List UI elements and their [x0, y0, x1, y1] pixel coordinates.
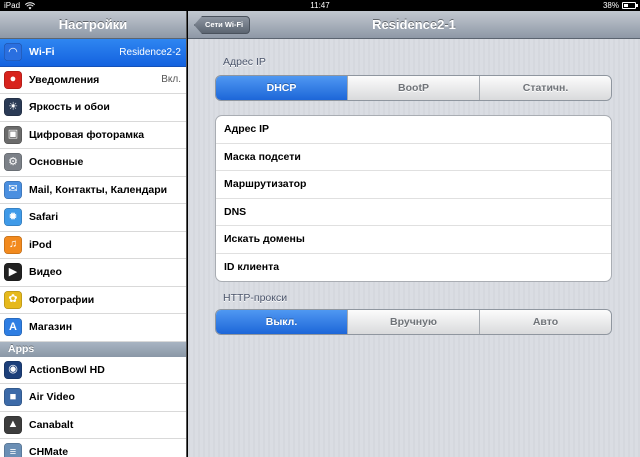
settings-row-safari-compass[interactable]: ✹ Safari — [0, 204, 186, 232]
brightness-icon: ☀ — [4, 98, 22, 117]
ip-field-row[interactable]: Искать домены — [216, 226, 611, 254]
ipod-icon: ♫ — [4, 235, 22, 254]
battery-icon — [622, 2, 638, 9]
settings-row-bowling-app[interactable]: ◉ ActionBowl HD — [0, 356, 186, 384]
gear-icon: ⚙ — [4, 153, 22, 172]
mail-icon: ✉ — [4, 180, 22, 199]
settings-row-label: Видео — [29, 266, 62, 279]
air-video-app-icon: ■ — [4, 388, 22, 407]
status-bar: iPad 11:47 38% — [0, 0, 640, 11]
chmate-app-icon: ≡ — [4, 443, 22, 457]
settings-row-value: Residence2-2 — [119, 46, 181, 58]
notifications-icon: ● — [4, 70, 22, 89]
app-store-icon: A — [4, 318, 22, 337]
wifi-icon: ◠ — [4, 43, 22, 62]
ip-field-row[interactable]: ID клиента — [216, 254, 611, 282]
ip-mode-segment[interactable]: DHCP — [216, 76, 348, 100]
safari-compass-icon: ✹ — [4, 208, 22, 227]
settings-row-brightness[interactable]: ☀ Яркость и обои — [0, 94, 186, 122]
settings-sidebar: Настройки ◠ Wi-Fi Residence2-2 ● Уведомления… — [0, 11, 187, 457]
settings-row-video-clapper[interactable]: ▶ Видео — [0, 259, 186, 287]
settings-row-label: Wi-Fi — [29, 46, 55, 59]
proxy-mode-segment[interactable]: Вручную — [348, 310, 480, 334]
settings-row-canabalt-app[interactable]: ▲ Canabalt — [0, 411, 186, 439]
detail-nav-bar: Residence2-1 Сети Wi-Fi — [188, 11, 640, 39]
ip-field-row[interactable]: Маска подсети — [216, 144, 611, 171]
canabalt-app-icon: ▲ — [4, 415, 22, 434]
ip-mode-segment[interactable]: Статичн. — [480, 76, 611, 100]
ip-field-row[interactable]: Маршрутизатор — [216, 171, 611, 199]
settings-row-ipod[interactable]: ♫ iPod — [0, 231, 186, 259]
sidebar-title: Настройки — [0, 11, 186, 39]
settings-row-label: Mail, Контакты, Календари — [29, 183, 168, 196]
settings-row-label: Магазин — [29, 321, 73, 334]
settings-row-gear[interactable]: ⚙ Основные — [0, 149, 186, 177]
settings-row-label: Основные — [29, 156, 84, 169]
settings-row-label: Air Video — [29, 391, 75, 404]
settings-row-picture-frame[interactable]: ▣ Цифровая фоторамка — [0, 121, 186, 149]
settings-row-wifi[interactable]: ◠ Wi-Fi Residence2-2 — [0, 39, 186, 67]
settings-row-app-store[interactable]: A Магазин — [0, 314, 186, 342]
video-clapper-icon: ▶ — [4, 263, 22, 282]
picture-frame-icon: ▣ — [4, 125, 22, 144]
ip-mode-segmented-control: DHCP BootP Статичн. — [215, 75, 612, 101]
ip-field-row[interactable]: DNS — [216, 199, 611, 226]
settings-row-label: Фотографии — [29, 293, 95, 306]
apps-list: ◉ ActionBowl HD ■ Air Video ▲ Canabalt ≡ CHMate — [0, 356, 186, 457]
settings-row-mail[interactable]: ✉ Mail, Контакты, Календари — [0, 176, 186, 204]
ip-settings-table: Адрес IP Маска подсети Маршрутизатор DNS Иск… — [215, 115, 612, 282]
settings-row-chmate-app[interactable]: ≡ CHMate — [0, 439, 186, 457]
proxy-mode-segment[interactable]: Выкл. — [216, 310, 348, 334]
ip-mode-segment[interactable]: BootP — [348, 76, 480, 100]
status-right: 38% — [602, 0, 638, 11]
settings-row-label: Canabalt — [29, 418, 74, 431]
settings-row-notifications[interactable]: ● Уведомления Вкл. — [0, 66, 186, 94]
settings-row-label: iPod — [29, 238, 52, 251]
proxy-mode-segmented-control: Выкл. Вручную Авто — [215, 309, 612, 335]
back-button[interactable]: Сети Wi-Fi — [194, 16, 251, 34]
settings-row-label: ActionBowl HD — [29, 363, 105, 376]
ip-field-row[interactable]: Адрес IP — [216, 116, 611, 144]
proxy-group-title: HTTP-прокси — [223, 292, 288, 304]
battery-fill — [624, 4, 629, 7]
settings-row-label: Цифровая фоторамка — [29, 128, 145, 141]
bowling-app-icon: ◉ — [4, 360, 22, 379]
settings-row-air-video-app[interactable]: ■ Air Video — [0, 384, 186, 412]
proxy-mode-segment[interactable]: Авто — [480, 310, 611, 334]
settings-row-sunflower[interactable]: ✿ Фотографии — [0, 286, 186, 314]
settings-row-label: Уведомления — [29, 73, 100, 86]
settings-row-value: Вкл. — [161, 74, 181, 86]
clock: 11:47 — [310, 1, 330, 10]
settings-row-label: Яркость и обои — [29, 101, 110, 114]
settings-list: ◠ Wi-Fi Residence2-2 ● Уведомления Вкл. ☀ Яркос… — [0, 39, 186, 342]
apps-section-header: Apps — [0, 341, 186, 357]
settings-row-label: CHMate — [29, 446, 69, 457]
wifi-network-detail: Residence2-1 Сети Wi-Fi Адрес IP DHCP Boo… — [188, 11, 640, 457]
sunflower-icon: ✿ — [4, 290, 22, 309]
ip-group-title: Адрес IP — [223, 56, 266, 68]
network-title: Residence2-1 — [372, 17, 456, 32]
battery-percent: 38% — [602, 1, 619, 10]
settings-row-label: Safari — [29, 211, 59, 224]
